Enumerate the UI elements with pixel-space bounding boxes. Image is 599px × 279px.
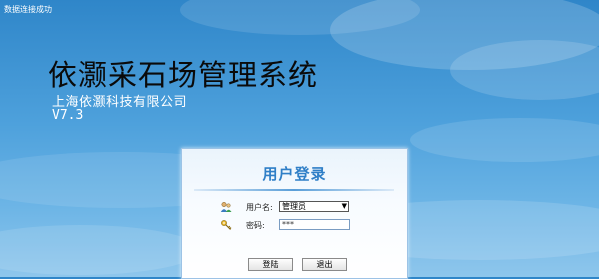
password-label: 密码: xyxy=(246,221,265,230)
connection-status-text: 数据连接成功 xyxy=(4,5,52,14)
login-title: 用户登录 xyxy=(262,165,327,183)
key-icon xyxy=(221,220,232,230)
user-icon xyxy=(220,202,232,212)
login-panel: 用户登录 用户名: 管理员 ▼ 密码: *** 登陆 退出 xyxy=(181,148,408,279)
password-input[interactable]: *** xyxy=(279,219,350,230)
login-divider xyxy=(194,189,394,191)
login-button[interactable]: 登陆 xyxy=(248,258,293,271)
password-value: *** xyxy=(282,220,294,229)
username-value: 管理员 xyxy=(282,202,306,211)
chevron-down-icon[interactable]: ▼ xyxy=(342,202,347,211)
username-select[interactable]: 管理员 ▼ xyxy=(279,201,349,212)
exit-button[interactable]: 退出 xyxy=(302,258,347,271)
version-label: V7.3 xyxy=(52,108,84,123)
app-title: 依灏采石场管理系统 xyxy=(48,58,319,92)
username-label: 用户名: xyxy=(246,203,273,212)
